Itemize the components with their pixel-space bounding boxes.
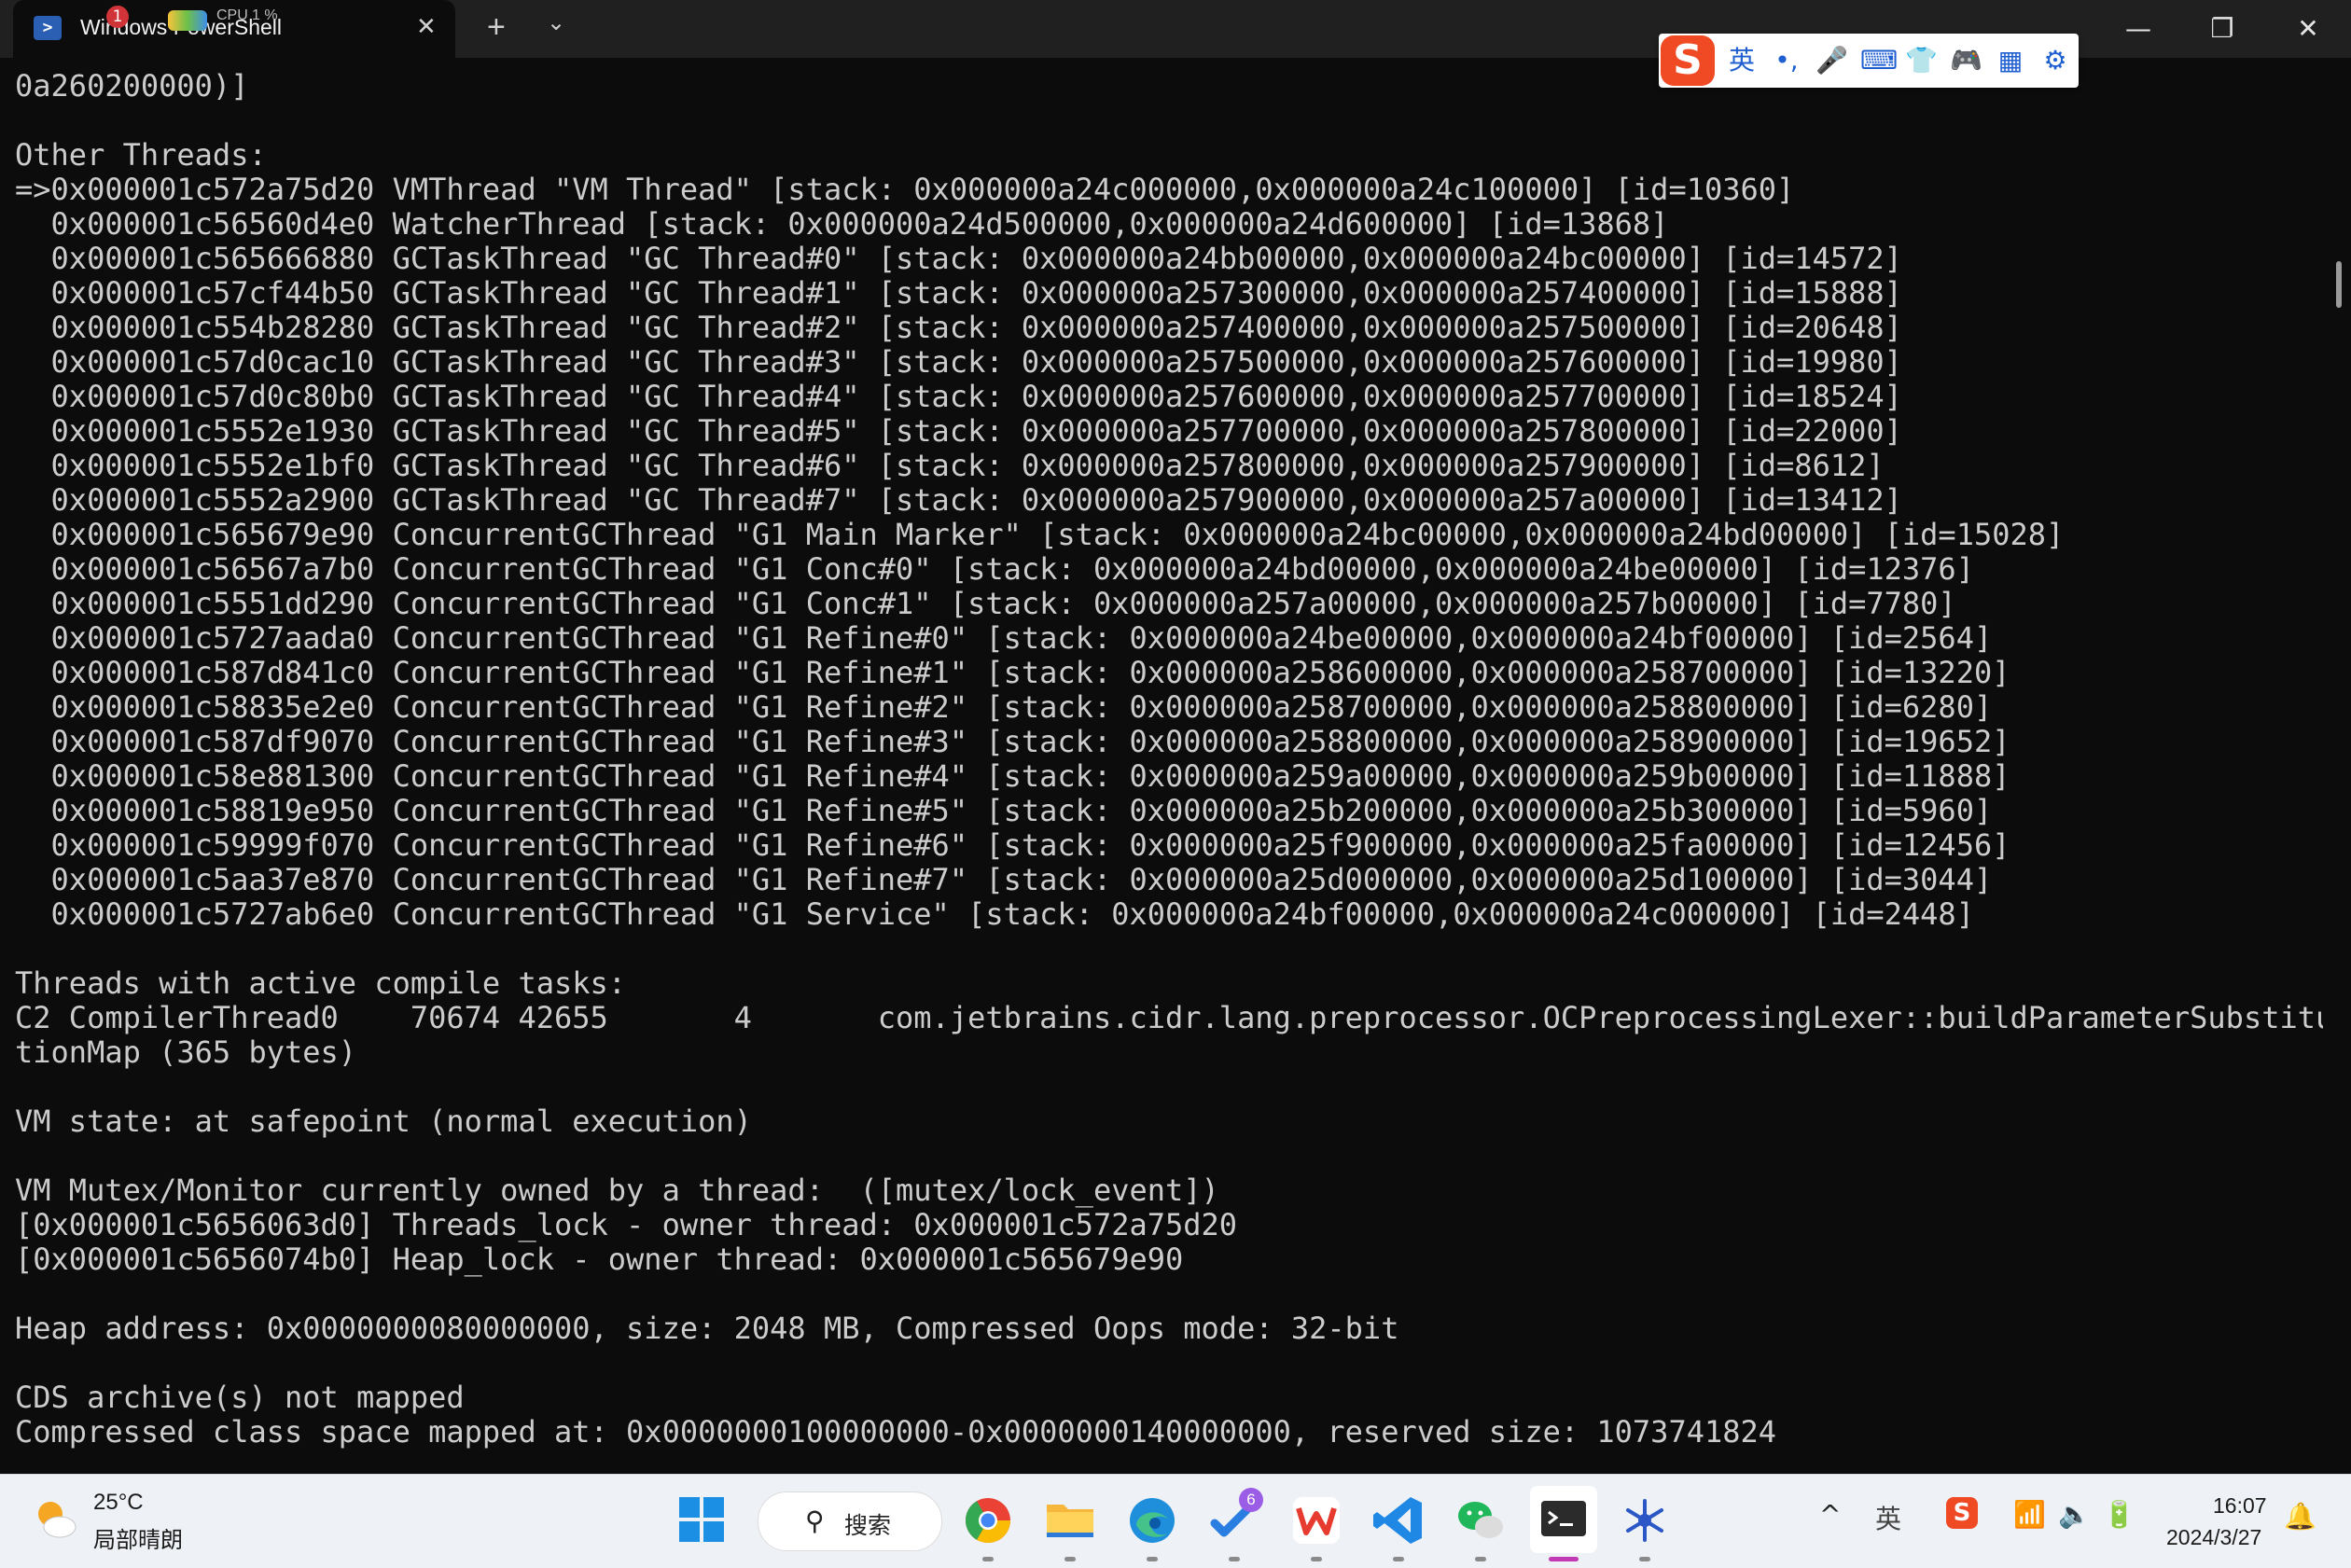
- cpu-label: CPU: [216, 7, 248, 23]
- terminal-line: 0x000001c5552e1bf0 GCTaskThread "GC Thre…: [15, 448, 1885, 483]
- todo-badge: 6: [1239, 1488, 1263, 1512]
- search-icon: ⚲: [805, 1506, 825, 1536]
- battery-icon[interactable]: 🔋: [2103, 1499, 2135, 1530]
- terminal-line: [0x000001c5656063d0] Threads_lock - owne…: [15, 1207, 1238, 1242]
- terminal-line: 0x000001c5727aada0 ConcurrentGCThread "G…: [15, 620, 1993, 656]
- edge-icon[interactable]: [1123, 1492, 1181, 1549]
- cpu-value: 1 %: [252, 7, 278, 23]
- notification-badge: 1: [106, 6, 129, 28]
- terminal-line: 0x000001c565679e90 ConcurrentGCThread "G…: [15, 517, 2065, 552]
- close-button[interactable]: ✕: [2265, 0, 2351, 58]
- terminal-line: [0x000001c5656074b0] Heap_lock - owner t…: [15, 1242, 1184, 1277]
- terminal-line: 0x000001c58e881300 ConcurrentGCThread "G…: [15, 758, 2010, 794]
- notification-bell-icon[interactable]: 🔔: [2284, 1501, 2316, 1532]
- maximize-button[interactable]: ❐: [2179, 0, 2265, 58]
- terminal-line: 0a260200000)]: [15, 68, 249, 104]
- terminal-line: tionMap (365 bytes): [15, 1034, 357, 1070]
- terminal-output[interactable]: 0a260200000)] Other Threads: =>0x000001c5…: [0, 58, 2323, 1474]
- terminal-line: 0x000001c5552e1930 GCTaskThread "GC Thre…: [15, 413, 1902, 449]
- edge-running-indicator: [1147, 1557, 1158, 1561]
- terminal-line: 0x000001c56567a7b0 ConcurrentGCThread "G…: [15, 551, 1974, 587]
- terminal-line: 0x000001c5552a2900 GCTaskThread "GC Thre…: [15, 482, 1902, 518]
- wps-running-indicator: [1311, 1557, 1322, 1561]
- wechat-icon[interactable]: [1452, 1492, 1509, 1549]
- tab-close-button[interactable]: ✕: [416, 13, 437, 41]
- terminal-line: 0x000001c57d0cac10 GCTaskThread "GC Thre…: [15, 344, 1902, 380]
- terminal-active-indicator: [1549, 1557, 1579, 1561]
- cpu-meter-icon: [168, 10, 207, 31]
- terminal-line: 0x000001c56560d4e0 WatcherThread [stack:…: [15, 206, 1669, 242]
- terminal-line: 0x000001c5aa37e870 ConcurrentGCThread "G…: [15, 862, 1993, 897]
- terminal-line: Compressed class space mapped at: 0x0000…: [15, 1414, 1777, 1450]
- terminal-line: C2 CompilerThread0 70674 42655 4 com.jet…: [15, 1000, 2323, 1035]
- partly-sunny-icon[interactable]: [32, 1495, 78, 1542]
- terminal-line: 0x000001c587d841c0 ConcurrentGCThread "G…: [15, 655, 2010, 690]
- snowflake-app-icon[interactable]: [1616, 1492, 1674, 1549]
- taskbar: 25°C 局部晴朗 ⚲ 搜索 6 ^ 英 S 📶 🔈 🔋 16:07 2024/…: [0, 1474, 2351, 1568]
- weather-temperature[interactable]: 25°C: [93, 1490, 144, 1516]
- terminal-taskbar-button[interactable]: [1530, 1486, 1597, 1553]
- tab-dropdown-button[interactable]: ⌄: [547, 9, 565, 35]
- terminal-line: 0x000001c554b28280 GCTaskThread "GC Thre…: [15, 310, 1902, 345]
- terminal-line: Other Threads:: [15, 137, 267, 173]
- terminal-line: 0x000001c5727ab6e0 ConcurrentGCThread "G…: [15, 896, 1974, 932]
- terminal-line: Heap address: 0x0000000080000000, size: …: [15, 1311, 1399, 1346]
- terminal-line: 0x000001c57cf44b50 GCTaskThread "GC Thre…: [15, 275, 1902, 311]
- explorer-running-indicator: [1064, 1557, 1076, 1561]
- sogou-tray-icon[interactable]: S: [1946, 1497, 1978, 1529]
- minimize-button[interactable]: —: [2095, 0, 2181, 58]
- terminal-icon: [1541, 1501, 1586, 1536]
- search-label: 搜索: [844, 1512, 892, 1539]
- terminal-line: VM Mutex/Monitor currently owned by a th…: [15, 1173, 1219, 1208]
- weather-description[interactable]: 局部晴朗: [93, 1521, 183, 1554]
- vscode-running-indicator: [1393, 1557, 1404, 1561]
- powershell-icon: >: [34, 16, 62, 40]
- terminal-line: 0x000001c5551dd290 ConcurrentGCThread "G…: [15, 586, 1956, 621]
- terminal-line: 0x000001c587df9070 ConcurrentGCThread "G…: [15, 724, 2010, 759]
- show-hidden-icons-chevron-icon[interactable]: ^: [1819, 1499, 1841, 1530]
- terminal-text[interactable]: 0a260200000)] Other Threads: =>0x000001c5…: [0, 58, 2323, 1450]
- terminal-line: 0x000001c58819e950 ConcurrentGCThread "G…: [15, 793, 1993, 828]
- new-tab-button[interactable]: +: [487, 9, 506, 46]
- terminal-line: VM state: at safepoint (normal execution…: [15, 1103, 752, 1139]
- wifi-icon[interactable]: 📶: [2013, 1499, 2046, 1530]
- wechat-running-indicator: [1475, 1557, 1486, 1561]
- todo-running-indicator: [1229, 1557, 1240, 1561]
- terminal-line: 0x000001c565666880 GCTaskThread "GC Thre…: [15, 241, 1902, 276]
- terminal-line: Threads with active compile tasks:: [15, 965, 627, 1001]
- windows-start-icon[interactable]: [677, 1495, 726, 1544]
- tray-ime-mode[interactable]: 英: [1875, 1499, 1901, 1536]
- chrome-icon[interactable]: [959, 1492, 1017, 1549]
- terminal-line: 0x000001c59999f070 ConcurrentGCThread "G…: [15, 827, 2010, 863]
- terminal-line: CDS archive(s) not mapped: [15, 1380, 465, 1415]
- wps-office-icon[interactable]: [1287, 1492, 1345, 1549]
- volume-icon[interactable]: 🔈: [2058, 1499, 2091, 1530]
- terminal-line: 0x000001c57d0c80b0 GCTaskThread "GC Thre…: [15, 379, 1902, 414]
- vscode-icon[interactable]: [1370, 1492, 1427, 1549]
- file-explorer-icon[interactable]: [1041, 1492, 1099, 1549]
- terminal-line: 0x000001c58835e2e0 ConcurrentGCThread "G…: [15, 689, 1993, 725]
- chrome-running-indicator: [982, 1557, 994, 1561]
- clock-time[interactable]: 16:07: [2213, 1493, 2267, 1519]
- tab-windows-powershell[interactable]: > Windows PowerShell 1 CPU 1 % ✕: [13, 0, 455, 58]
- app-running-indicator: [1639, 1557, 1650, 1561]
- clock-date[interactable]: 2024/3/27: [2166, 1525, 2261, 1550]
- terminal-scrollbar[interactable]: [2336, 261, 2342, 308]
- terminal-line: =>0x000001c572a75d20 VMThread "VM Thread…: [15, 172, 1795, 207]
- taskbar-search-button[interactable]: ⚲ 搜索: [758, 1492, 942, 1551]
